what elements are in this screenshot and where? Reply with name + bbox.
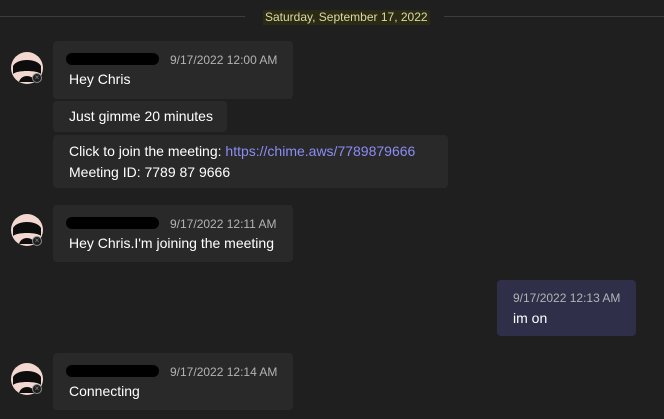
message-text: Click to join the meeting: https://chime… xyxy=(69,142,415,160)
meeting-join-text: Click to join the meeting: xyxy=(69,143,226,159)
message-text: im on xyxy=(513,310,548,326)
message-bubble[interactable]: Click to join the meeting: https://chime… xyxy=(53,135,448,188)
redacted-sender-name xyxy=(66,217,159,229)
meeting-link[interactable]: https://chime.aws/7789879666 xyxy=(225,143,415,159)
message-bubble[interactable]: 9/17/2022 12:11 AM Hey Chris.I'm joining… xyxy=(53,205,293,262)
offline-status-icon: × xyxy=(32,73,42,83)
divider-line-left xyxy=(0,16,245,17)
message-timestamp: 9/17/2022 12:00 AM xyxy=(170,53,278,67)
message-bubble[interactable]: Just gimme 20 minutes xyxy=(53,101,227,132)
divider-line-right xyxy=(444,16,664,17)
message-timestamp: 9/17/2022 12:13 AM xyxy=(513,291,621,305)
message-bubble[interactable]: 9/17/2022 12:00 AM Hey Chris xyxy=(53,41,293,99)
meeting-id-text: Meeting ID: 7789 87 9666 xyxy=(69,164,231,180)
message-text: Connecting xyxy=(69,383,140,399)
offline-status-icon: × xyxy=(32,384,42,394)
message-timestamp: 9/17/2022 12:14 AM xyxy=(170,365,278,379)
offline-status-icon: × xyxy=(32,236,42,246)
message-text: Hey Chris xyxy=(69,71,131,87)
redacted-sender-name xyxy=(66,53,159,65)
redacted-sender-name xyxy=(66,365,159,377)
message-bubble[interactable]: 9/17/2022 12:14 AM Connecting xyxy=(53,353,293,410)
message-timestamp: 9/17/2022 12:11 AM xyxy=(170,217,277,231)
date-divider-label: Saturday, September 17, 2022 xyxy=(263,10,430,25)
message-text: Hey Chris.I'm joining the meeting xyxy=(69,235,274,251)
message-text: Just gimme 20 minutes xyxy=(69,108,213,124)
own-message-bubble[interactable]: 9/17/2022 12:13 AM im on xyxy=(497,280,636,336)
